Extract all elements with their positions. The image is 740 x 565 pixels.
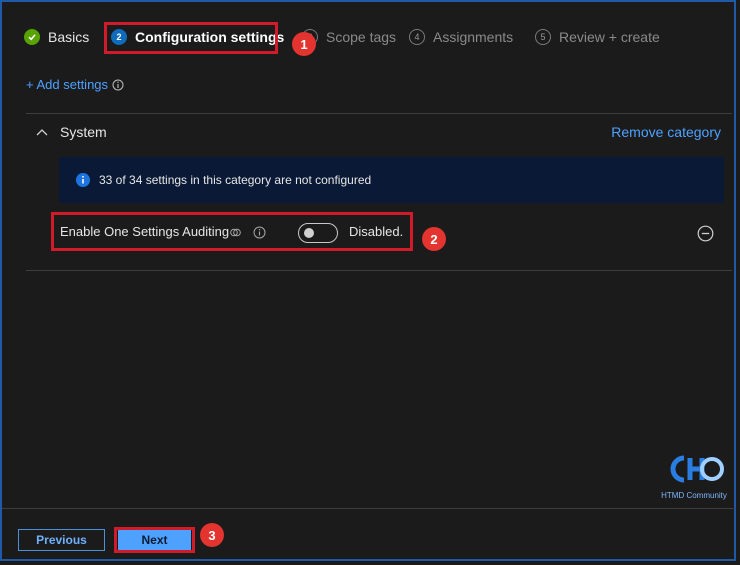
annotation-badge-2: 2 xyxy=(422,227,446,251)
previous-button[interactable]: Previous xyxy=(18,529,105,551)
step-number-icon: 4 xyxy=(409,29,425,45)
step-basics[interactable]: Basics xyxy=(24,29,89,45)
step-label: Basics xyxy=(48,29,90,45)
step-label: Assignments xyxy=(433,29,514,45)
step-number-icon: 5 xyxy=(535,29,551,45)
category-name: System xyxy=(60,124,107,140)
htmd-logo-icon xyxy=(670,455,724,483)
info-banner: 33 of 34 settings in this category are n… xyxy=(59,157,724,203)
divider xyxy=(26,270,732,271)
category-header[interactable]: System xyxy=(36,124,107,140)
add-settings-label: + Add settings xyxy=(26,77,109,92)
highlight-box xyxy=(51,212,413,251)
divider xyxy=(2,508,735,509)
step-label: Scope tags xyxy=(326,29,397,45)
add-settings-link[interactable]: + Add settings xyxy=(26,77,124,92)
divider xyxy=(26,113,732,114)
highlight-box xyxy=(114,527,195,553)
info-text: 33 of 34 settings in this category are n… xyxy=(99,173,372,187)
chevron-up-icon[interactable] xyxy=(36,128,48,136)
annotation-badge-1: 1 xyxy=(292,32,316,56)
remove-setting-icon[interactable] xyxy=(697,225,714,242)
annotation-badge-3: 3 xyxy=(200,523,224,547)
checkmark-icon xyxy=(24,29,40,45)
step-label: Review + create xyxy=(559,29,660,45)
htmd-logo: HTMD Community xyxy=(659,450,729,500)
highlight-box xyxy=(104,22,278,54)
info-circle-icon xyxy=(76,173,90,187)
step-scope-tags[interactable]: 3 Scope tags xyxy=(302,29,396,45)
step-review-create[interactable]: 5 Review + create xyxy=(535,29,660,45)
remove-category-link[interactable]: Remove category xyxy=(611,124,721,140)
logo-text: HTMD Community xyxy=(661,491,727,500)
info-icon[interactable] xyxy=(112,79,124,91)
step-assignments[interactable]: 4 Assignments xyxy=(409,29,513,45)
